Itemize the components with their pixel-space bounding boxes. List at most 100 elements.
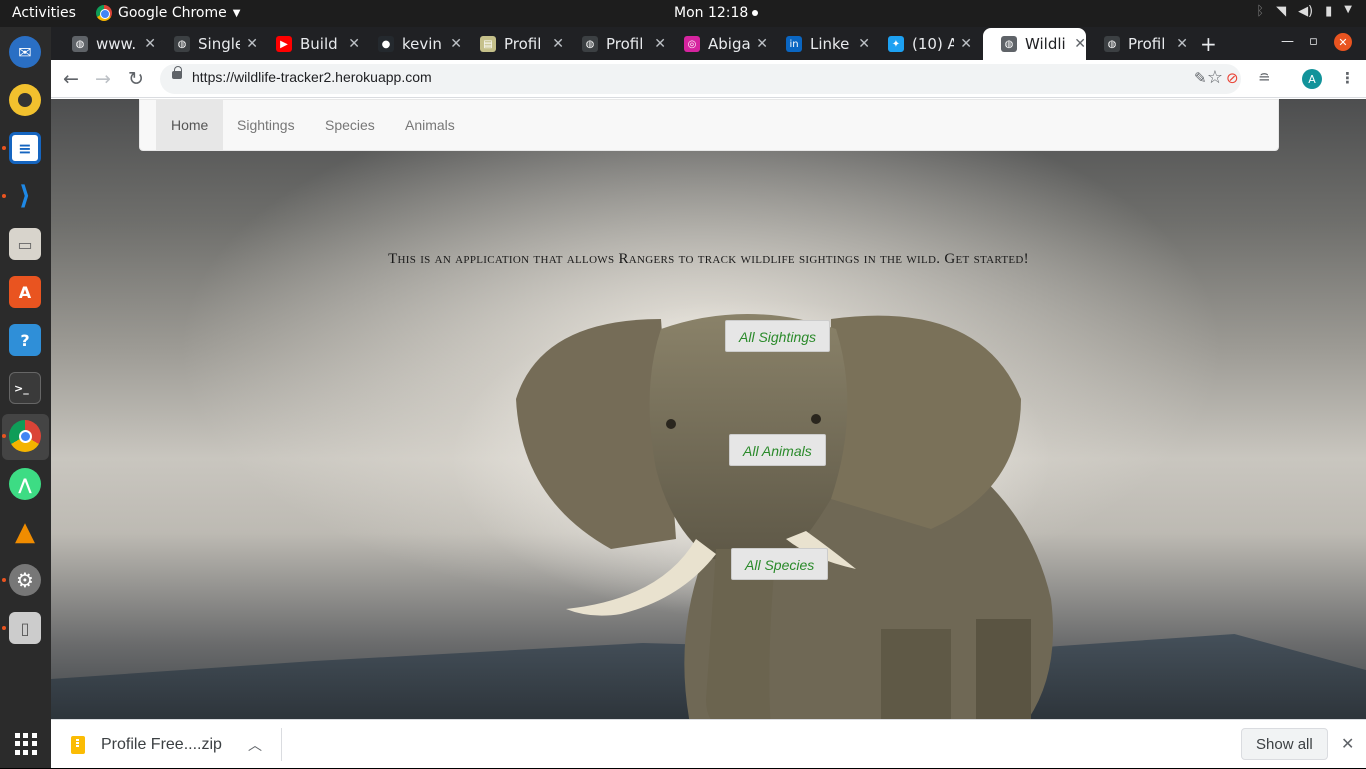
divider: [281, 728, 282, 761]
browser-tab[interactable]: ◍ Profil ✕: [1086, 28, 1188, 60]
archive-manager-icon[interactable]: ▯: [9, 612, 41, 644]
settings-icon[interactable]: ⚙: [9, 564, 41, 596]
chrome-dock-icon[interactable]: [9, 420, 41, 452]
android-studio-icon[interactable]: ⋀: [9, 468, 41, 500]
browser-tab[interactable]: in Linke ✕: [768, 28, 870, 60]
terminal-icon[interactable]: >_: [9, 372, 41, 404]
browser-tab[interactable]: ✦ (10) A ✕: [870, 28, 972, 60]
running-indicator: [2, 146, 6, 150]
forward-button[interactable]: →: [95, 68, 111, 90]
download-item[interactable]: Profile Free....zip ︿: [71, 720, 262, 769]
chevron-down-icon: ▼: [1344, 4, 1352, 15]
clock-label: Mon 12:18: [674, 5, 749, 21]
activities-button[interactable]: Activities: [12, 5, 76, 21]
browser-tab[interactable]: ◍ www. ✕: [54, 28, 156, 60]
linkedin-icon: in: [786, 36, 802, 52]
tab-title: Linke: [810, 35, 850, 53]
tab-close-icon[interactable]: ✕: [144, 36, 156, 52]
twitter-icon: ✦: [888, 36, 904, 52]
writer-icon[interactable]: ≡: [9, 132, 41, 164]
pencil-extension-icon[interactable]: ✎: [1194, 69, 1207, 87]
all-species-button[interactable]: All Species: [731, 548, 829, 580]
browser-tab[interactable]: ▤ Profil ✕: [462, 28, 564, 60]
tab-title: Wildli: [1025, 35, 1066, 53]
site-navbar: Home Sightings Species Animals: [139, 99, 1279, 151]
tab-close-icon[interactable]: ✕: [654, 36, 666, 52]
database-extension-icon[interactable]: ≘: [1258, 69, 1271, 87]
tab-title: kevin: [402, 35, 442, 53]
vscode-icon[interactable]: ⟩: [9, 180, 41, 212]
software-center-icon[interactable]: A: [9, 276, 41, 308]
app-menu[interactable]: Google Chrome ▼: [96, 5, 240, 21]
globe-icon: ◍: [1001, 36, 1017, 52]
files-icon[interactable]: ▭: [9, 228, 41, 260]
reload-button[interactable]: ↻: [128, 68, 144, 90]
clock[interactable]: Mon 12:18: [674, 5, 759, 21]
wifi-icon: ◥: [1276, 4, 1287, 19]
help-icon[interactable]: ?: [9, 324, 41, 356]
downloads-bar: Profile Free....zip ︿ Show all ✕: [51, 719, 1366, 768]
tab-strip: ◍ www. ✕ ◍ Single ✕ ▶ Build ✕ ● kevin ✕ ▤ Profil ✕ ◍ Pro…: [51, 27, 1366, 60]
bluetooth-icon: ᛒ: [1256, 4, 1265, 19]
nav-home[interactable]: Home: [156, 100, 224, 150]
tab-close-icon[interactable]: ✕: [1176, 36, 1188, 52]
address-bar[interactable]: https://wildlife-tracker2.herokuapp.com …: [160, 64, 1241, 94]
thunderbird-icon[interactable]: ✉: [9, 36, 41, 68]
globe-icon: ◍: [174, 36, 190, 52]
back-button[interactable]: ←: [63, 68, 79, 90]
browser-tab[interactable]: ▶ Build ✕: [258, 28, 360, 60]
chevron-up-icon[interactable]: ︿: [248, 735, 262, 755]
tab-close-icon[interactable]: ✕: [756, 36, 768, 52]
system-tray[interactable]: ᛒ ◥ ◀) ▮ ▼: [1256, 4, 1352, 19]
tab-close-icon[interactable]: ✕: [246, 36, 258, 52]
menu-dots-icon[interactable]: ⋮: [1340, 69, 1355, 87]
show-applications-icon[interactable]: [15, 733, 37, 755]
browser-tab[interactable]: ◎ Abiga ✕: [666, 28, 768, 60]
profile-avatar[interactable]: A: [1302, 69, 1322, 89]
all-animals-button[interactable]: All Animals: [729, 434, 826, 466]
globe-icon: ◍: [1104, 36, 1120, 52]
tab-title: (10) A: [912, 35, 955, 53]
zip-file-icon: [71, 735, 85, 754]
rhythmbox-icon[interactable]: [9, 84, 41, 116]
minimize-button[interactable]: —: [1281, 34, 1294, 49]
youtube-icon: ▶: [276, 36, 292, 52]
browser-tab[interactable]: ● kevin ✕: [360, 28, 462, 60]
tab-title: Profil: [1128, 35, 1166, 53]
running-indicator: [2, 434, 6, 438]
tab-close-icon[interactable]: ✕: [450, 36, 462, 52]
battery-icon: ▮: [1325, 4, 1333, 19]
tab-title: www.: [96, 35, 137, 53]
tab-close-icon[interactable]: ✕: [858, 36, 870, 52]
window-close-button[interactable]: ✕: [1334, 33, 1352, 51]
app-menu-label: Google Chrome: [118, 5, 227, 21]
page-viewport: Home Sightings Species Animals This is a…: [51, 99, 1366, 719]
globe-icon: ◍: [582, 36, 598, 52]
running-indicator: [2, 578, 6, 582]
notification-dot-icon: [752, 10, 759, 16]
lock-icon: [172, 66, 182, 79]
browser-tab[interactable]: ◍ Single ✕: [156, 28, 258, 60]
browser-tab[interactable]: ◍ Profil ✕: [564, 28, 666, 60]
maximize-button[interactable]: ▫: [1309, 34, 1318, 49]
all-sightings-button[interactable]: All Sightings: [725, 320, 831, 352]
new-tab-button[interactable]: +: [1200, 32, 1217, 56]
browser-tab[interactable]: ◍ Wildli ✕: [983, 28, 1086, 60]
tab-title: Single: [198, 35, 241, 53]
system-top-bar: Activities Google Chrome ▼ Mon 12:18 ᛒ ◥…: [0, 0, 1366, 27]
nav-species[interactable]: Species: [310, 100, 390, 150]
nav-sightings[interactable]: Sightings: [222, 100, 310, 150]
tab-title: Build: [300, 35, 338, 53]
bookmark-star-icon[interactable]: ☆: [1207, 67, 1223, 88]
show-all-downloads-button[interactable]: Show all: [1241, 728, 1328, 760]
nav-animals[interactable]: Animals: [390, 100, 470, 150]
tab-close-icon[interactable]: ✕: [552, 36, 564, 52]
tab-close-icon[interactable]: ✕: [1074, 36, 1086, 52]
vlc-icon[interactable]: ▲: [9, 516, 41, 548]
url-text: https://wildlife-tracker2.herokuapp.com: [192, 69, 432, 85]
close-downloads-icon[interactable]: ✕: [1341, 734, 1354, 753]
blocker-extension-icon[interactable]: ⊘: [1226, 69, 1239, 87]
tab-close-icon[interactable]: ✕: [348, 36, 360, 52]
tab-close-icon[interactable]: ✕: [960, 36, 972, 52]
tab-title: Profil: [504, 35, 542, 53]
